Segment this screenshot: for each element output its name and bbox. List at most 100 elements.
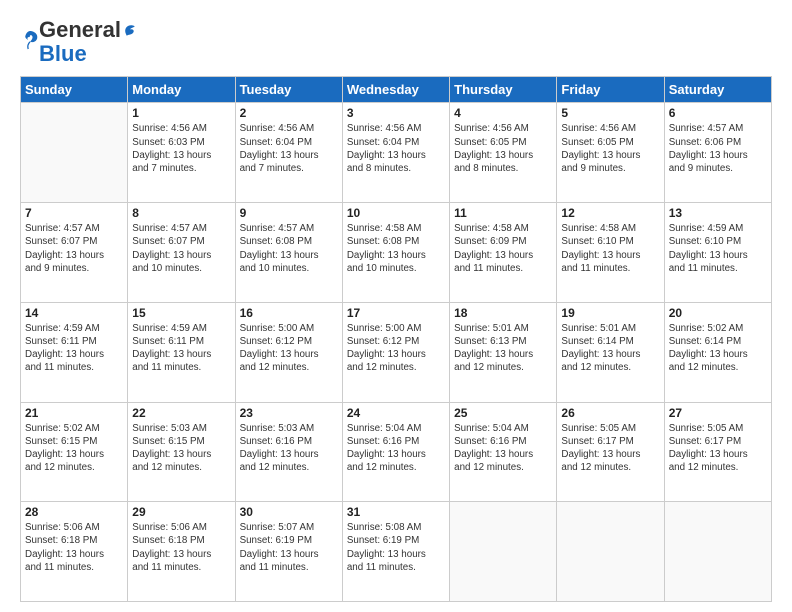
- day-number: 22: [132, 406, 230, 420]
- calendar-table: SundayMondayTuesdayWednesdayThursdayFrid…: [20, 76, 772, 602]
- day-number: 25: [454, 406, 552, 420]
- day-number: 6: [669, 106, 767, 120]
- calendar-cell: [557, 502, 664, 602]
- day-number: 21: [25, 406, 123, 420]
- calendar-cell: [664, 502, 771, 602]
- day-info: Sunrise: 4:59 AMSunset: 6:10 PMDaylight:…: [669, 222, 767, 275]
- calendar-day-header: Wednesday: [342, 77, 449, 103]
- calendar-cell: 12 Sunrise: 4:58 AMSunset: 6:10 PMDayligh…: [557, 203, 664, 303]
- day-info: Sunrise: 5:06 AMSunset: 6:18 PMDaylight:…: [25, 521, 123, 574]
- day-info: Sunrise: 4:57 AMSunset: 6:08 PMDaylight:…: [240, 222, 338, 275]
- day-info: Sunrise: 5:03 AMSunset: 6:15 PMDaylight:…: [132, 422, 230, 475]
- header: General Blue: [20, 18, 772, 66]
- day-number: 4: [454, 106, 552, 120]
- day-number: 31: [347, 505, 445, 519]
- day-info: Sunrise: 5:05 AMSunset: 6:17 PMDaylight:…: [669, 422, 767, 475]
- calendar-cell: 5Sunrise: 4:56 AMSunset: 6:05 PMDaylight…: [557, 103, 664, 203]
- calendar-cell: 20 Sunrise: 5:02 AMSunset: 6:14 PMDayligh…: [664, 302, 771, 402]
- calendar-cell: 18Sunrise: 5:01 AMSunset: 6:13 PMDayligh…: [450, 302, 557, 402]
- calendar-day-header: Monday: [128, 77, 235, 103]
- day-info: Sunrise: 4:59 AMSunset: 6:11 PMDaylight:…: [25, 322, 123, 375]
- calendar-day-header: Sunday: [21, 77, 128, 103]
- day-number: 12: [561, 206, 659, 220]
- day-number: 27: [669, 406, 767, 420]
- day-number: 9: [240, 206, 338, 220]
- day-number: 15: [132, 306, 230, 320]
- calendar-cell: [450, 502, 557, 602]
- calendar-week-row: 7 Sunrise: 4:57 AMSunset: 6:07 PMDaylight…: [21, 203, 772, 303]
- day-info: Sunrise: 5:03 AMSunset: 6:16 PMDaylight:…: [240, 422, 338, 475]
- day-number: 29: [132, 505, 230, 519]
- day-number: 13: [669, 206, 767, 220]
- day-info: Sunrise: 5:02 AMSunset: 6:14 PMDaylight:…: [669, 322, 767, 375]
- day-info: Sunrise: 5:01 AMSunset: 6:14 PMDaylight:…: [561, 322, 659, 375]
- calendar-cell: 24Sunrise: 5:04 AMSunset: 6:16 PMDayligh…: [342, 402, 449, 502]
- day-number: 16: [240, 306, 338, 320]
- calendar-cell: 17 Sunrise: 5:00 AMSunset: 6:12 PMDayligh…: [342, 302, 449, 402]
- day-number: 23: [240, 406, 338, 420]
- day-number: 28: [25, 505, 123, 519]
- day-info: Sunrise: 4:56 AMSunset: 6:03 PMDaylight:…: [132, 122, 230, 175]
- calendar-cell: 15 Sunrise: 4:59 AMSunset: 6:11 PMDayligh…: [128, 302, 235, 402]
- calendar-cell: 31 Sunrise: 5:08 AMSunset: 6:19 PMDayligh…: [342, 502, 449, 602]
- calendar-cell: [21, 103, 128, 203]
- calendar-cell: 14 Sunrise: 4:59 AMSunset: 6:11 PMDayligh…: [21, 302, 128, 402]
- calendar-cell: 26Sunrise: 5:05 AMSunset: 6:17 PMDayligh…: [557, 402, 664, 502]
- day-info: Sunrise: 4:57 AMSunset: 6:07 PMDaylight:…: [132, 222, 230, 275]
- day-info: Sunrise: 4:56 AMSunset: 6:04 PMDaylight:…: [240, 122, 338, 175]
- calendar-cell: 19 Sunrise: 5:01 AMSunset: 6:14 PMDayligh…: [557, 302, 664, 402]
- calendar-cell: 25 Sunrise: 5:04 AMSunset: 6:16 PMDayligh…: [450, 402, 557, 502]
- day-number: 17: [347, 306, 445, 320]
- calendar-cell: 28 Sunrise: 5:06 AMSunset: 6:18 PMDayligh…: [21, 502, 128, 602]
- day-info: Sunrise: 5:06 AMSunset: 6:18 PMDaylight:…: [132, 521, 230, 574]
- day-number: 1: [132, 106, 230, 120]
- calendar-cell: 3 Sunrise: 4:56 AMSunset: 6:04 PMDaylight…: [342, 103, 449, 203]
- calendar-cell: 23 Sunrise: 5:03 AMSunset: 6:16 PMDayligh…: [235, 402, 342, 502]
- day-number: 30: [240, 505, 338, 519]
- calendar-cell: 2 Sunrise: 4:56 AMSunset: 6:04 PMDaylight…: [235, 103, 342, 203]
- calendar-day-header: Saturday: [664, 77, 771, 103]
- day-number: 7: [25, 206, 123, 220]
- day-info: Sunrise: 5:05 AMSunset: 6:17 PMDaylight:…: [561, 422, 659, 475]
- calendar-cell: 13 Sunrise: 4:59 AMSunset: 6:10 PMDayligh…: [664, 203, 771, 303]
- day-number: 5: [561, 106, 659, 120]
- day-info: Sunrise: 4:59 AMSunset: 6:11 PMDaylight:…: [132, 322, 230, 375]
- day-info: Sunrise: 4:58 AMSunset: 6:10 PMDaylight:…: [561, 222, 659, 275]
- calendar-cell: 7 Sunrise: 4:57 AMSunset: 6:07 PMDaylight…: [21, 203, 128, 303]
- day-info: Sunrise: 5:04 AMSunset: 6:16 PMDaylight:…: [454, 422, 552, 475]
- day-info: Sunrise: 4:56 AMSunset: 6:04 PMDaylight:…: [347, 122, 445, 175]
- day-info: Sunrise: 5:02 AMSunset: 6:15 PMDaylight:…: [25, 422, 123, 475]
- calendar-cell: 6 Sunrise: 4:57 AMSunset: 6:06 PMDaylight…: [664, 103, 771, 203]
- calendar-cell: 4 Sunrise: 4:56 AMSunset: 6:05 PMDaylight…: [450, 103, 557, 203]
- day-number: 24: [347, 406, 445, 420]
- day-info: Sunrise: 4:57 AMSunset: 6:07 PMDaylight:…: [25, 222, 123, 275]
- day-info: Sunrise: 4:57 AMSunset: 6:06 PMDaylight:…: [669, 122, 767, 175]
- day-number: 3: [347, 106, 445, 120]
- calendar-cell: 27 Sunrise: 5:05 AMSunset: 6:17 PMDayligh…: [664, 402, 771, 502]
- page: General Blue SundayMondayTuesdayWednesda…: [0, 0, 792, 612]
- calendar-cell: 16 Sunrise: 5:00 AMSunset: 6:12 PMDayligh…: [235, 302, 342, 402]
- calendar-week-row: 28 Sunrise: 5:06 AMSunset: 6:18 PMDayligh…: [21, 502, 772, 602]
- calendar-day-header: Thursday: [450, 77, 557, 103]
- day-info: Sunrise: 4:56 AMSunset: 6:05 PMDaylight:…: [454, 122, 552, 175]
- day-number: 20: [669, 306, 767, 320]
- day-number: 19: [561, 306, 659, 320]
- logo-general-text: General: [39, 17, 121, 42]
- day-info: Sunrise: 5:07 AMSunset: 6:19 PMDaylight:…: [240, 521, 338, 574]
- calendar-cell: 8Sunrise: 4:57 AMSunset: 6:07 PMDaylight…: [128, 203, 235, 303]
- logo-text: General Blue: [39, 18, 138, 66]
- day-info: Sunrise: 5:00 AMSunset: 6:12 PMDaylight:…: [347, 322, 445, 375]
- calendar-week-row: 1 Sunrise: 4:56 AMSunset: 6:03 PMDaylight…: [21, 103, 772, 203]
- day-number: 10: [347, 206, 445, 220]
- calendar-cell: 10Sunrise: 4:58 AMSunset: 6:08 PMDayligh…: [342, 203, 449, 303]
- calendar-header-row: SundayMondayTuesdayWednesdayThursdayFrid…: [21, 77, 772, 103]
- calendar-cell: 21 Sunrise: 5:02 AMSunset: 6:15 PMDayligh…: [21, 402, 128, 502]
- calendar-week-row: 21 Sunrise: 5:02 AMSunset: 6:15 PMDayligh…: [21, 402, 772, 502]
- day-info: Sunrise: 5:01 AMSunset: 6:13 PMDaylight:…: [454, 322, 552, 375]
- day-number: 14: [25, 306, 123, 320]
- day-number: 11: [454, 206, 552, 220]
- day-info: Sunrise: 5:00 AMSunset: 6:12 PMDaylight:…: [240, 322, 338, 375]
- day-number: 2: [240, 106, 338, 120]
- day-info: Sunrise: 5:08 AMSunset: 6:19 PMDaylight:…: [347, 521, 445, 574]
- calendar-cell: 1 Sunrise: 4:56 AMSunset: 6:03 PMDaylight…: [128, 103, 235, 203]
